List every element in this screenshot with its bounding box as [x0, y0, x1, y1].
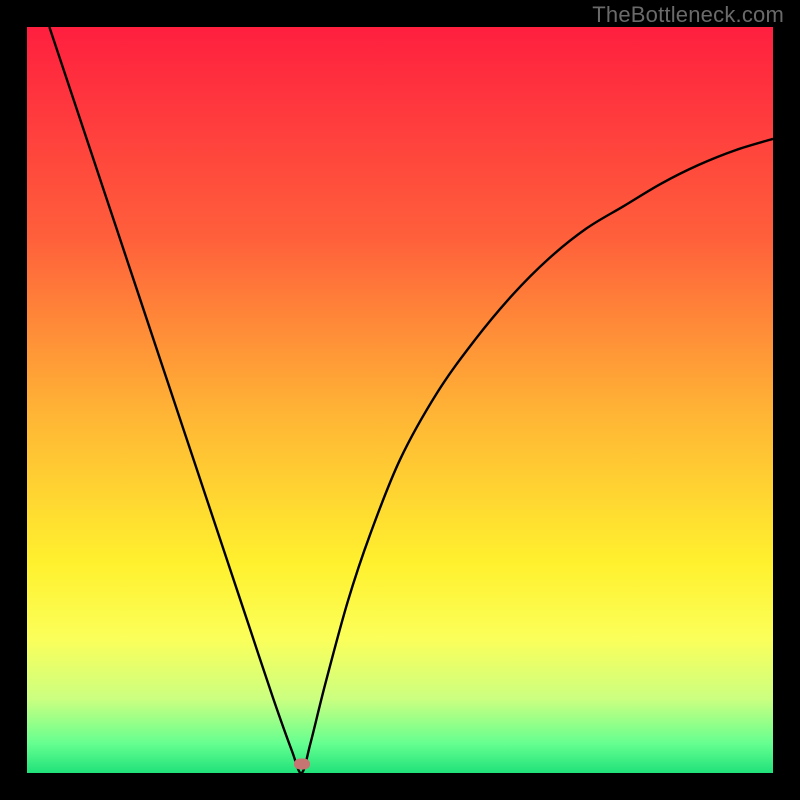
watermark-text: TheBottleneck.com [592, 2, 784, 28]
chart-frame: TheBottleneck.com [0, 0, 800, 800]
chart-svg [27, 27, 773, 773]
optimal-marker [294, 759, 310, 770]
gradient-background [27, 27, 773, 773]
plot-area [27, 27, 773, 773]
